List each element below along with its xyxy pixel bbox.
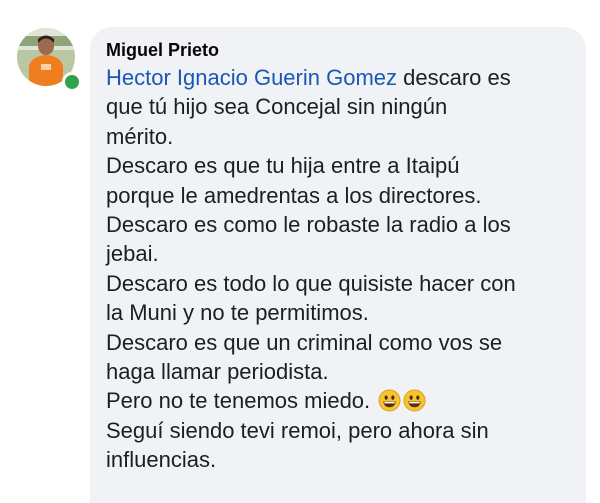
comment-author-name[interactable]: Miguel Prieto xyxy=(106,39,572,61)
comment-line: que tú hijo sea Concejal sin ningún xyxy=(106,94,448,120)
comment-line: Descaro es todo lo que quisiste hacer co… xyxy=(106,270,516,296)
comment-line: haga llamar periodista. xyxy=(106,359,329,385)
grinning-face-icon xyxy=(403,389,426,412)
grinning-face-icon xyxy=(378,389,401,412)
comment-line: Seguí siendo tevi remoi, pero ahora sin xyxy=(106,417,489,443)
comment-line: influencias. xyxy=(106,447,217,473)
comment-line: la Muni y no te permitimos. xyxy=(106,300,369,326)
comment-line: Pero no te tenemos miedo. xyxy=(106,386,572,415)
comment-line: mérito. xyxy=(106,123,174,149)
mention-link[interactable]: Hector Ignacio Guerin Gomez xyxy=(106,65,397,90)
comment-line: porque le amedrentas a los directores. xyxy=(106,182,482,208)
comment-line: Descaro es que tu hija entre a Itaipú xyxy=(106,153,460,179)
comment-line: Descaro es como le robaste la radio a lo… xyxy=(106,212,511,238)
comment-line: jebai. xyxy=(106,241,159,267)
online-status-indicator xyxy=(62,72,82,92)
comment-screenshot: Miguel Prieto Hector Ignacio Guerin Gome… xyxy=(0,0,600,503)
comment-line: Descaro es que un criminal como vos se xyxy=(106,329,503,355)
comment-bubble: Miguel Prieto Hector Ignacio Guerin Gome… xyxy=(90,27,586,503)
comment-text: Hector Ignacio Guerin Gomez descaro es q… xyxy=(106,63,572,475)
avatar[interactable] xyxy=(17,28,82,92)
comment-line: Hector Ignacio Guerin Gomez descaro es xyxy=(106,65,511,90)
